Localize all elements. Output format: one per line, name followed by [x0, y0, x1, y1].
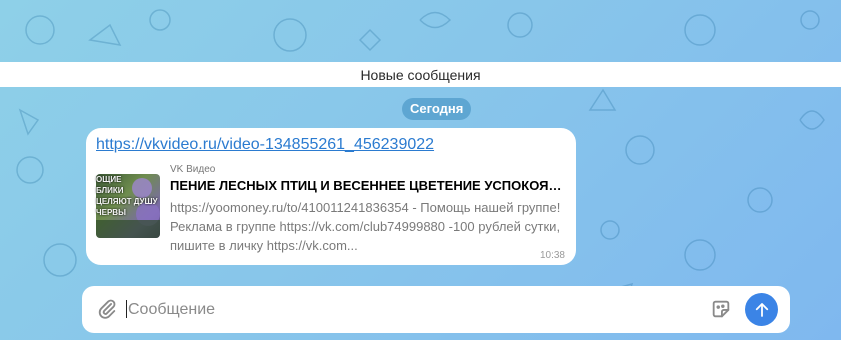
- preview-description: https://yoomoney.ru/to/410011241836354 -…: [170, 200, 561, 253]
- preview-site-name: VK Видео: [170, 164, 216, 175]
- sticker-icon[interactable]: [710, 298, 732, 320]
- message-composer: [82, 286, 790, 333]
- new-messages-label: Новые сообщения: [360, 66, 481, 83]
- message-bubble: https://vkvideo.ru/video-134855261_45623…: [86, 128, 576, 265]
- send-button[interactable]: [745, 293, 778, 326]
- paperclip-icon[interactable]: [96, 298, 118, 320]
- preview-title: ПЕНИЕ ЛЕСНЫХ ПТИЦ И ВЕСЕННЕЕ ЦВЕТЕНИЕ УС…: [170, 178, 566, 193]
- link-preview-card[interactable]: ОЩИЕ БЛИКИ ЦЕЛЯЮТ ДУШУ ЧЕРВЫ VK Видео ПЕ…: [96, 164, 566, 253]
- message-time: 10:38: [539, 250, 565, 261]
- send-arrow-icon: [755, 302, 768, 317]
- new-messages-divider: Новые сообщения: [0, 62, 841, 87]
- message-input[interactable]: [126, 286, 706, 333]
- date-badge: Сегодня: [402, 98, 472, 120]
- thumbnail-caption: ОЩИЕ БЛИКИ ЦЕЛЯЮТ ДУШУ ЧЕРВЫ: [96, 175, 158, 217]
- message-link[interactable]: https://vkvideo.ru/video-134855261_45623…: [96, 136, 434, 154]
